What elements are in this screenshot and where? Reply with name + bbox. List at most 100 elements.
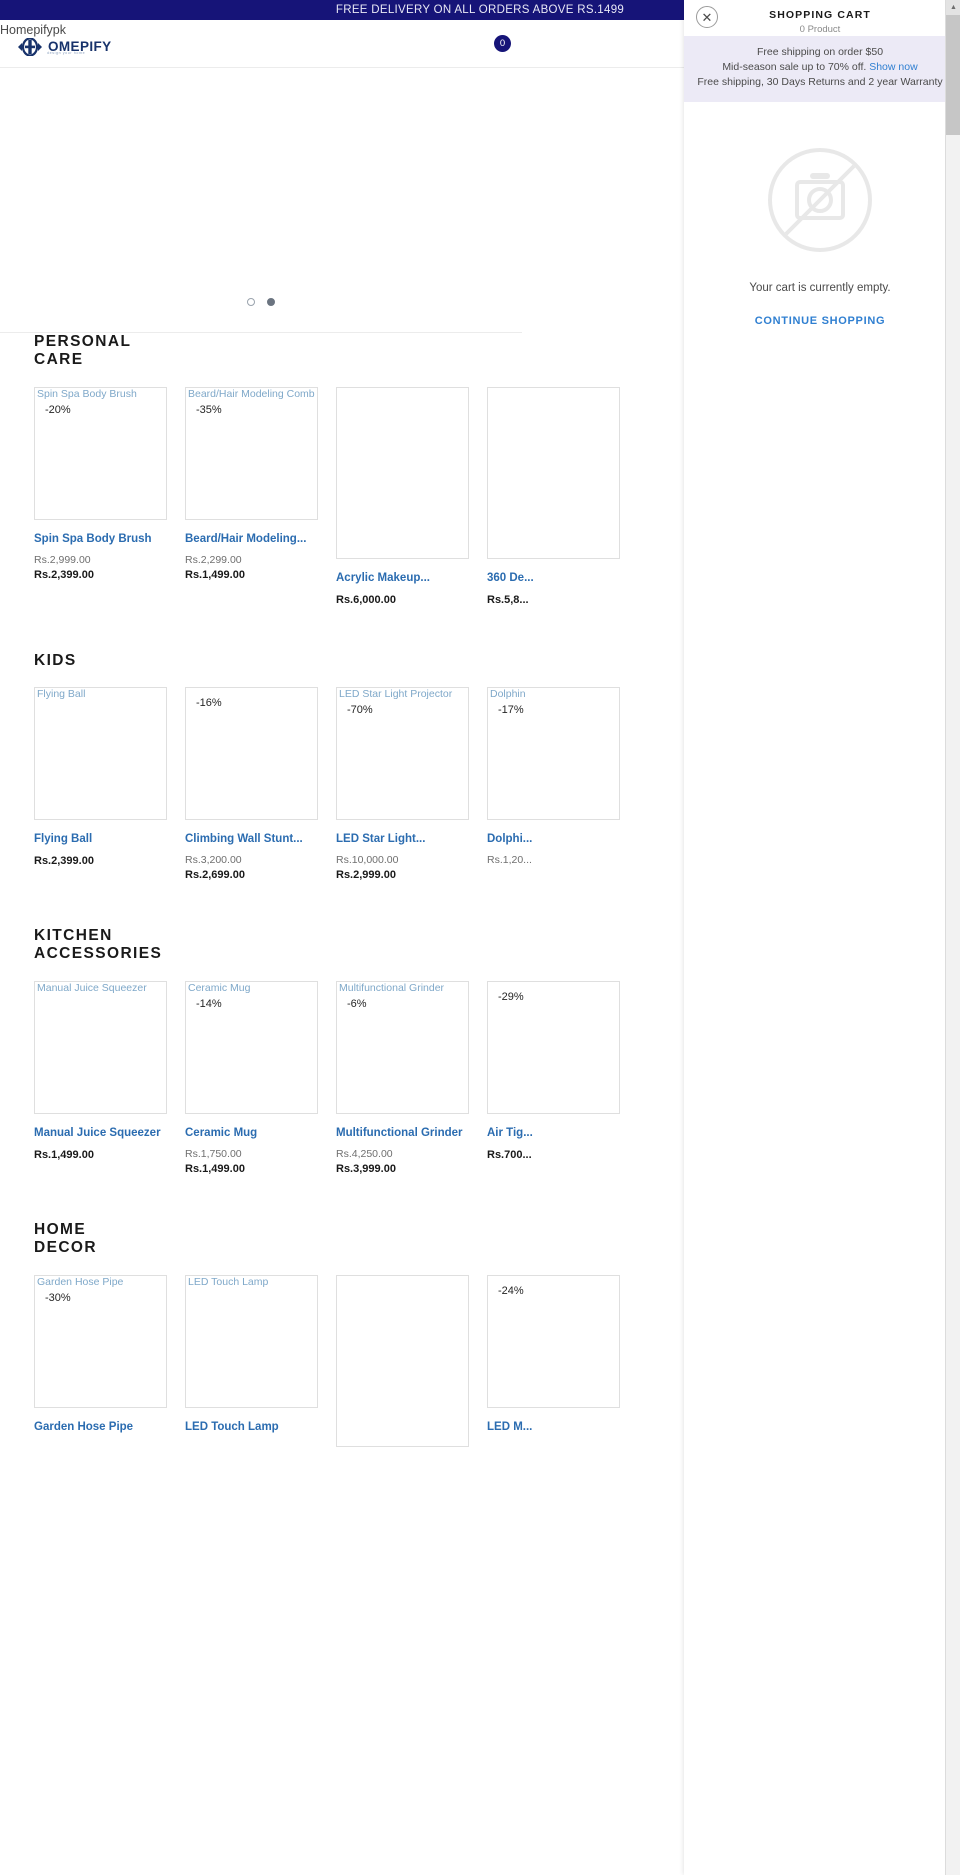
product-compare-price: Rs.3,200.00 bbox=[185, 854, 242, 867]
product-image-placeholder[interactable]: Flying Ball bbox=[34, 687, 167, 821]
broken-image-alt-text: Spin Spa Body Brush bbox=[37, 387, 137, 400]
product-title[interactable]: LED Star Light... bbox=[336, 832, 469, 847]
collection-section: KIDS Flying Ball Flying Ball Rs.2,399.00 -16… bbox=[0, 651, 620, 928]
broken-image-alt-text: LED Touch Lamp bbox=[188, 1275, 269, 1288]
product-card[interactable]: Spin Spa Body Brush -20% Spin Spa Body Bru… bbox=[34, 386, 167, 606]
product-image-placeholder[interactable]: -16% bbox=[185, 687, 318, 821]
product-card[interactable]: 360 De... Rs.5,8... bbox=[487, 386, 620, 606]
cart-empty-state: Your cart is currently empty. CONTINUE S… bbox=[684, 144, 956, 327]
product-title[interactable]: Ceramic Mug bbox=[185, 1126, 318, 1141]
hero-dot-2[interactable] bbox=[267, 298, 275, 306]
show-now-link[interactable]: Show now bbox=[869, 61, 917, 73]
site-logo[interactable]: OMEPIFY design your home bbox=[16, 38, 112, 56]
discount-badge: -30% bbox=[45, 1291, 71, 1304]
broken-image-alt-text: Multifunctional Grinder bbox=[339, 981, 445, 994]
broken-image-alt-text: Manual Juice Squeezer bbox=[37, 981, 147, 994]
product-price: Rs.2,399.00 bbox=[34, 855, 94, 868]
product-title[interactable]: LED Touch Lamp bbox=[185, 1420, 318, 1435]
cart-header: ✕ SHOPPING CART 0 Product bbox=[684, 0, 956, 36]
product-card[interactable]: -16% Climbing Wall Stunt... Rs.3,200.00 Rs.… bbox=[185, 687, 318, 881]
product-price: Rs.1,499.00 bbox=[185, 568, 245, 581]
discount-badge: -35% bbox=[196, 403, 222, 416]
product-card[interactable]: Flying Ball Flying Ball Rs.2,399.00 bbox=[34, 687, 167, 881]
broken-image-alt-text: Garden Hose Pipe bbox=[37, 1275, 124, 1288]
product-price: Rs.1,499.00 bbox=[34, 1148, 94, 1161]
product-price: Rs.2,699.00 bbox=[185, 869, 245, 882]
discount-badge: -24% bbox=[498, 1284, 524, 1297]
cart-count-badge[interactable]: 0 bbox=[494, 35, 511, 52]
product-card[interactable]: Beard/Hair Modeling Comb -35% Beard/Hair M… bbox=[185, 386, 318, 606]
collection-title: HOME DECOR bbox=[34, 1220, 97, 1256]
continue-shopping-button[interactable]: CONTINUE SHOPPING bbox=[755, 315, 885, 327]
product-image-placeholder[interactable] bbox=[336, 386, 469, 559]
product-price: Rs.3,999.00 bbox=[336, 1162, 396, 1175]
page-scrollbar[interactable]: ▲ bbox=[945, 0, 960, 1875]
promo-line-2: Mid-season sale up to 70% off. Show now bbox=[694, 60, 946, 75]
product-price: Rs.6,000.00 bbox=[336, 593, 396, 606]
product-card[interactable] bbox=[336, 1274, 469, 1447]
product-card[interactable]: Multifunctional Grinder -6% Multifunctiona… bbox=[336, 980, 469, 1175]
product-title[interactable]: Beard/Hair Modeling... bbox=[185, 532, 318, 547]
product-title[interactable]: Manual Juice Squeezer bbox=[34, 1126, 167, 1141]
product-price: Rs.2,399.00 bbox=[34, 568, 94, 581]
product-title[interactable]: Dolphi... bbox=[487, 832, 620, 847]
product-image-placeholder[interactable]: Spin Spa Body Brush -20% bbox=[34, 386, 167, 520]
collection-title: PERSONAL CARE bbox=[34, 333, 132, 368]
broken-image-alt-text: Dolphin bbox=[490, 688, 526, 701]
cart-empty-message: Your cart is currently empty. bbox=[749, 281, 891, 294]
product-image-placeholder[interactable]: -29% bbox=[487, 980, 620, 1114]
product-image-placeholder[interactable]: Garden Hose Pipe -30% bbox=[34, 1274, 167, 1408]
hero-slider[interactable] bbox=[0, 68, 522, 333]
collection-title: KIDS bbox=[34, 651, 77, 669]
product-compare-price: Rs.4,250.00 bbox=[336, 1147, 393, 1160]
product-card[interactable]: Dolphin -17% Dolphi... Rs.1,20... bbox=[487, 687, 620, 881]
product-card[interactable]: -24% LED M... bbox=[487, 1274, 620, 1447]
product-image-placeholder[interactable]: Ceramic Mug -14% bbox=[185, 980, 318, 1114]
product-title[interactable]: Multifunctional Grinder bbox=[336, 1126, 469, 1141]
product-image-placeholder[interactable] bbox=[336, 1274, 469, 1447]
product-card[interactable]: Acrylic Makeup... Rs.6,000.00 bbox=[336, 386, 469, 606]
product-card[interactable]: Ceramic Mug -14% Ceramic Mug Rs.1,750.00 Rs.… bbox=[185, 980, 318, 1175]
discount-badge: -29% bbox=[498, 990, 524, 1003]
product-title[interactable]: Spin Spa Body Brush bbox=[34, 532, 167, 547]
product-title[interactable]: Acrylic Makeup... bbox=[336, 571, 469, 586]
product-title[interactable]: Flying Ball bbox=[34, 832, 167, 847]
product-card[interactable]: LED Star Light Projector -70% LED Star Lig… bbox=[336, 687, 469, 881]
collection-list: PERSONAL CARE Spin Spa Body Brush -20% Spin… bbox=[0, 333, 620, 1493]
product-price: Rs.1,499.00 bbox=[185, 1162, 245, 1175]
hero-pagination[interactable] bbox=[247, 298, 275, 306]
product-grid: Garden Hose Pipe -30% Garden Hose Pipe LED … bbox=[0, 1274, 620, 1447]
collection-section: PERSONAL CARE Spin Spa Body Brush -20% Spin… bbox=[0, 333, 620, 652]
product-title[interactable]: Air Tig... bbox=[487, 1126, 620, 1141]
close-icon[interactable]: ✕ bbox=[696, 6, 718, 28]
product-card[interactable]: Garden Hose Pipe -30% Garden Hose Pipe bbox=[34, 1274, 167, 1447]
product-compare-price: Rs.1,750.00 bbox=[185, 1147, 242, 1160]
product-card[interactable]: Manual Juice Squeezer Manual Juice Squeez… bbox=[34, 980, 167, 1175]
product-compare-price: Rs.2,299.00 bbox=[185, 553, 242, 566]
promo-line-3: Free shipping, 30 Days Returns and 2 yea… bbox=[697, 76, 943, 89]
product-grid: Flying Ball Flying Ball Rs.2,399.00 -16% Cli… bbox=[0, 687, 620, 881]
product-title[interactable]: 360 De... bbox=[487, 571, 620, 586]
scroll-up-arrow-icon[interactable]: ▲ bbox=[946, 0, 960, 15]
product-image-placeholder[interactable]: -24% bbox=[487, 1274, 620, 1408]
product-title[interactable]: Climbing Wall Stunt... bbox=[185, 832, 318, 847]
product-image-placeholder[interactable]: LED Star Light Projector -70% bbox=[336, 687, 469, 821]
product-card[interactable]: -29% Air Tig... Rs.700... bbox=[487, 980, 620, 1175]
product-image-placeholder[interactable] bbox=[487, 386, 620, 559]
hero-dot-1[interactable] bbox=[247, 298, 255, 306]
product-image-placeholder[interactable]: LED Touch Lamp bbox=[185, 1274, 318, 1408]
promo-line-1: Free shipping on order $50 bbox=[756, 46, 884, 58]
product-image-placeholder[interactable]: Multifunctional Grinder -6% bbox=[336, 980, 469, 1114]
product-title[interactable]: LED M... bbox=[487, 1420, 620, 1435]
product-title[interactable]: Garden Hose Pipe bbox=[34, 1420, 167, 1435]
logo-tagline: design your home bbox=[47, 51, 86, 55]
broken-image-alt-text: Flying Ball bbox=[37, 688, 86, 701]
product-image-placeholder[interactable]: Beard/Hair Modeling Comb -35% bbox=[185, 386, 318, 520]
product-image-placeholder[interactable]: Dolphin -17% bbox=[487, 687, 620, 821]
product-card[interactable]: LED Touch Lamp LED Touch Lamp bbox=[185, 1274, 318, 1447]
scrollbar-thumb[interactable] bbox=[946, 15, 960, 135]
product-image-placeholder[interactable]: Manual Juice Squeezer bbox=[34, 980, 167, 1114]
broken-image-alt-text: Beard/Hair Modeling Comb bbox=[188, 387, 315, 400]
